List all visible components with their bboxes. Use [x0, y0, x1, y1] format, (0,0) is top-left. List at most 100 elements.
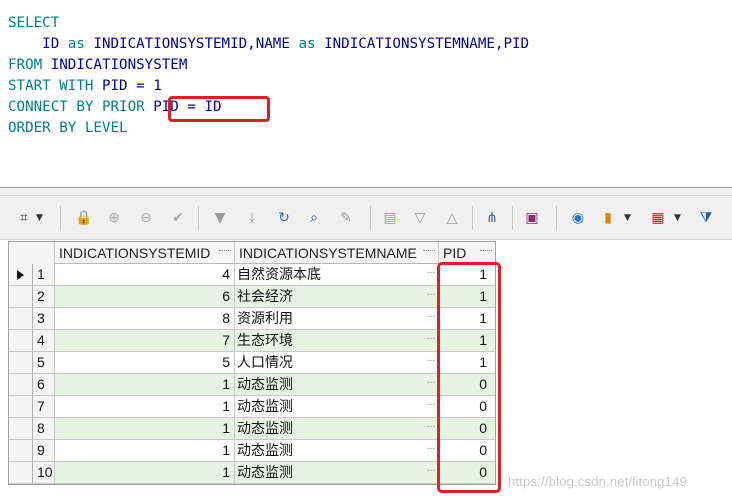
- sql-token: SELECT: [8, 15, 60, 31]
- column-dropdown-icon[interactable]: [423, 250, 435, 256]
- sort-up-icon[interactable]: △: [442, 208, 462, 228]
- row-number: 9: [33, 440, 55, 461]
- toolbar-divider: [512, 206, 513, 230]
- row-indicator-cell[interactable]: [9, 330, 33, 351]
- row-number: 8: [33, 418, 55, 439]
- save-icon[interactable]: ▣: [522, 208, 542, 228]
- sql-line: SELECT: [8, 13, 59, 34]
- row-indicator-cell[interactable]: [9, 374, 33, 395]
- annotation-box-connect-by: [168, 96, 270, 122]
- cell-indicationsystemid[interactable]: 1: [55, 396, 235, 417]
- table-row[interactable]: 4 7 生态环境... 1: [9, 330, 495, 352]
- filter-last-icon[interactable]: ⤓: [242, 208, 262, 228]
- row-indicator-cell[interactable]: [9, 418, 33, 439]
- sql-line: ORDER BY LEVEL: [8, 118, 128, 139]
- cell-indicationsystemname[interactable]: 人口情况: [235, 352, 439, 373]
- sql-editor[interactable]: SELECT ID as INDICATIONSYSTEMID,NAME as …: [0, 0, 732, 188]
- chevron-down-icon[interactable]: ▼: [36, 208, 46, 228]
- row-indicator-cell[interactable]: [9, 462, 33, 483]
- tree-view-icon[interactable]: ⋔: [482, 208, 502, 228]
- binoculars-icon[interactable]: ⌕: [304, 208, 324, 228]
- table-row[interactable]: 1 4 自然资源本底... 1: [9, 264, 495, 286]
- column-header-indicationsystemname[interactable]: INDICATIONSYSTEMNAME: [235, 242, 439, 264]
- table-view-icon[interactable]: ▦: [648, 208, 668, 228]
- cell-indicationsystemname[interactable]: 动态监测: [235, 374, 439, 395]
- table-row[interactable]: 3 8 资源利用... 1: [9, 308, 495, 330]
- chevron-down-icon[interactable]: ▼: [674, 208, 684, 228]
- row-indicator-cell[interactable]: [9, 352, 33, 373]
- cell-indicationsystemid[interactable]: 1: [55, 418, 235, 439]
- cell-indicationsystemid[interactable]: 1: [55, 374, 235, 395]
- cell-indicationsystemname[interactable]: 社会经济: [235, 286, 439, 307]
- filter-down-icon[interactable]: ▼: [210, 208, 230, 228]
- cell-indicationsystemid[interactable]: 8: [55, 308, 235, 329]
- chevron-down-icon[interactable]: ▼: [624, 208, 634, 228]
- results-grid[interactable]: INDICATIONSYSTEMID INDICATIONSYSTEMNAME …: [8, 241, 496, 485]
- cell-indicationsystemname[interactable]: 动态监测: [235, 396, 439, 417]
- row-indicator-cell[interactable]: [9, 396, 33, 417]
- row-indicator-cell[interactable]: [9, 308, 33, 329]
- query-info-icon[interactable]: ◉: [568, 208, 588, 228]
- sql-token: START WITH: [8, 78, 102, 94]
- sql-token: as: [289, 36, 325, 52]
- cell-indicationsystemname[interactable]: 动态监测: [235, 440, 439, 461]
- table-row[interactable]: 6 1 动态监测... 0: [9, 374, 495, 396]
- toolbar-divider: [472, 206, 473, 230]
- sql-line: FROM INDICATIONSYSTEM: [8, 55, 187, 76]
- header-corner: [9, 242, 55, 264]
- watermark: https://blog.csdn.net/litong149: [508, 474, 687, 489]
- row-indicator-cell[interactable]: [9, 440, 33, 461]
- insert-record-icon[interactable]: ⊕: [104, 208, 124, 228]
- row-indicator-cell[interactable]: [9, 264, 33, 285]
- table-row[interactable]: 8 1 动态监测... 0: [9, 418, 495, 440]
- grid-header: INDICATIONSYSTEMID INDICATIONSYSTEMNAME …: [9, 242, 495, 264]
- column-dropdown-icon[interactable]: [219, 250, 231, 256]
- cell-indicationsystemname[interactable]: 动态监测: [235, 418, 439, 439]
- row-indicator-cell[interactable]: [9, 286, 33, 307]
- delete-record-icon[interactable]: ⊖: [136, 208, 156, 228]
- row-number: 6: [33, 374, 55, 395]
- grid-settings-icon[interactable]: ⌗: [14, 208, 34, 228]
- column-dropdown-icon[interactable]: [480, 250, 492, 256]
- chart-icon[interactable]: ▮: [598, 208, 618, 228]
- row-number: 5: [33, 352, 55, 373]
- cell-indicationsystemname[interactable]: 动态监测: [235, 462, 439, 483]
- cell-indicationsystemname[interactable]: 资源利用: [235, 308, 439, 329]
- column-header-label: INDICATIONSYSTEMNAME: [239, 245, 417, 261]
- sql-token: INDICATIONSYSTEMID,NAME: [93, 36, 290, 52]
- export-icon[interactable]: ▤: [380, 208, 400, 228]
- column-header-label: INDICATIONSYSTEMID: [59, 245, 211, 261]
- cell-indicationsystemid[interactable]: 6: [55, 286, 235, 307]
- splitter[interactable]: [0, 188, 732, 196]
- column-header-indicationsystemid[interactable]: INDICATIONSYSTEMID: [55, 242, 235, 264]
- toolbar-divider: [370, 206, 371, 230]
- sql-token: PID = 1: [101, 78, 162, 94]
- row-number: 10: [33, 462, 55, 483]
- column-header-label: PID: [443, 245, 467, 261]
- cell-indicationsystemid[interactable]: 5: [55, 352, 235, 373]
- post-changes-icon[interactable]: ✔: [168, 208, 188, 228]
- eraser-icon[interactable]: ✎: [336, 208, 356, 228]
- row-number: 4: [33, 330, 55, 351]
- table-row[interactable]: 10 1 动态监测... 0: [9, 462, 495, 484]
- cell-indicationsystemname[interactable]: 生态环境: [235, 330, 439, 351]
- table-row[interactable]: 9 1 动态监测... 0: [9, 440, 495, 462]
- cell-indicationsystemname[interactable]: 自然资源本底: [235, 264, 439, 285]
- lock-icon[interactable]: 🔒: [74, 208, 94, 228]
- row-number: 1: [33, 264, 55, 285]
- table-row[interactable]: 5 5 人口情况... 1: [9, 352, 495, 374]
- column-header-pid[interactable]: PID: [439, 242, 495, 264]
- sql-token: INDICATIONSYSTEMNAME,PID: [324, 36, 530, 52]
- annotation-box-pid-column: [437, 262, 501, 493]
- funnel-icon[interactable]: ⧩: [696, 208, 716, 228]
- cell-indicationsystemid[interactable]: 1: [55, 462, 235, 483]
- cell-indicationsystemid[interactable]: 7: [55, 330, 235, 351]
- cell-indicationsystemid[interactable]: 4: [55, 264, 235, 285]
- table-row[interactable]: 7 1 动态监测... 0: [9, 396, 495, 418]
- sort-down-icon[interactable]: ▽: [410, 208, 430, 228]
- table-row[interactable]: 2 6 社会经济... 1: [9, 286, 495, 308]
- sql-line: START WITH PID = 1: [8, 76, 162, 97]
- refresh-icon[interactable]: ↻: [274, 208, 294, 228]
- sql-token: FROM: [8, 57, 51, 73]
- cell-indicationsystemid[interactable]: 1: [55, 440, 235, 461]
